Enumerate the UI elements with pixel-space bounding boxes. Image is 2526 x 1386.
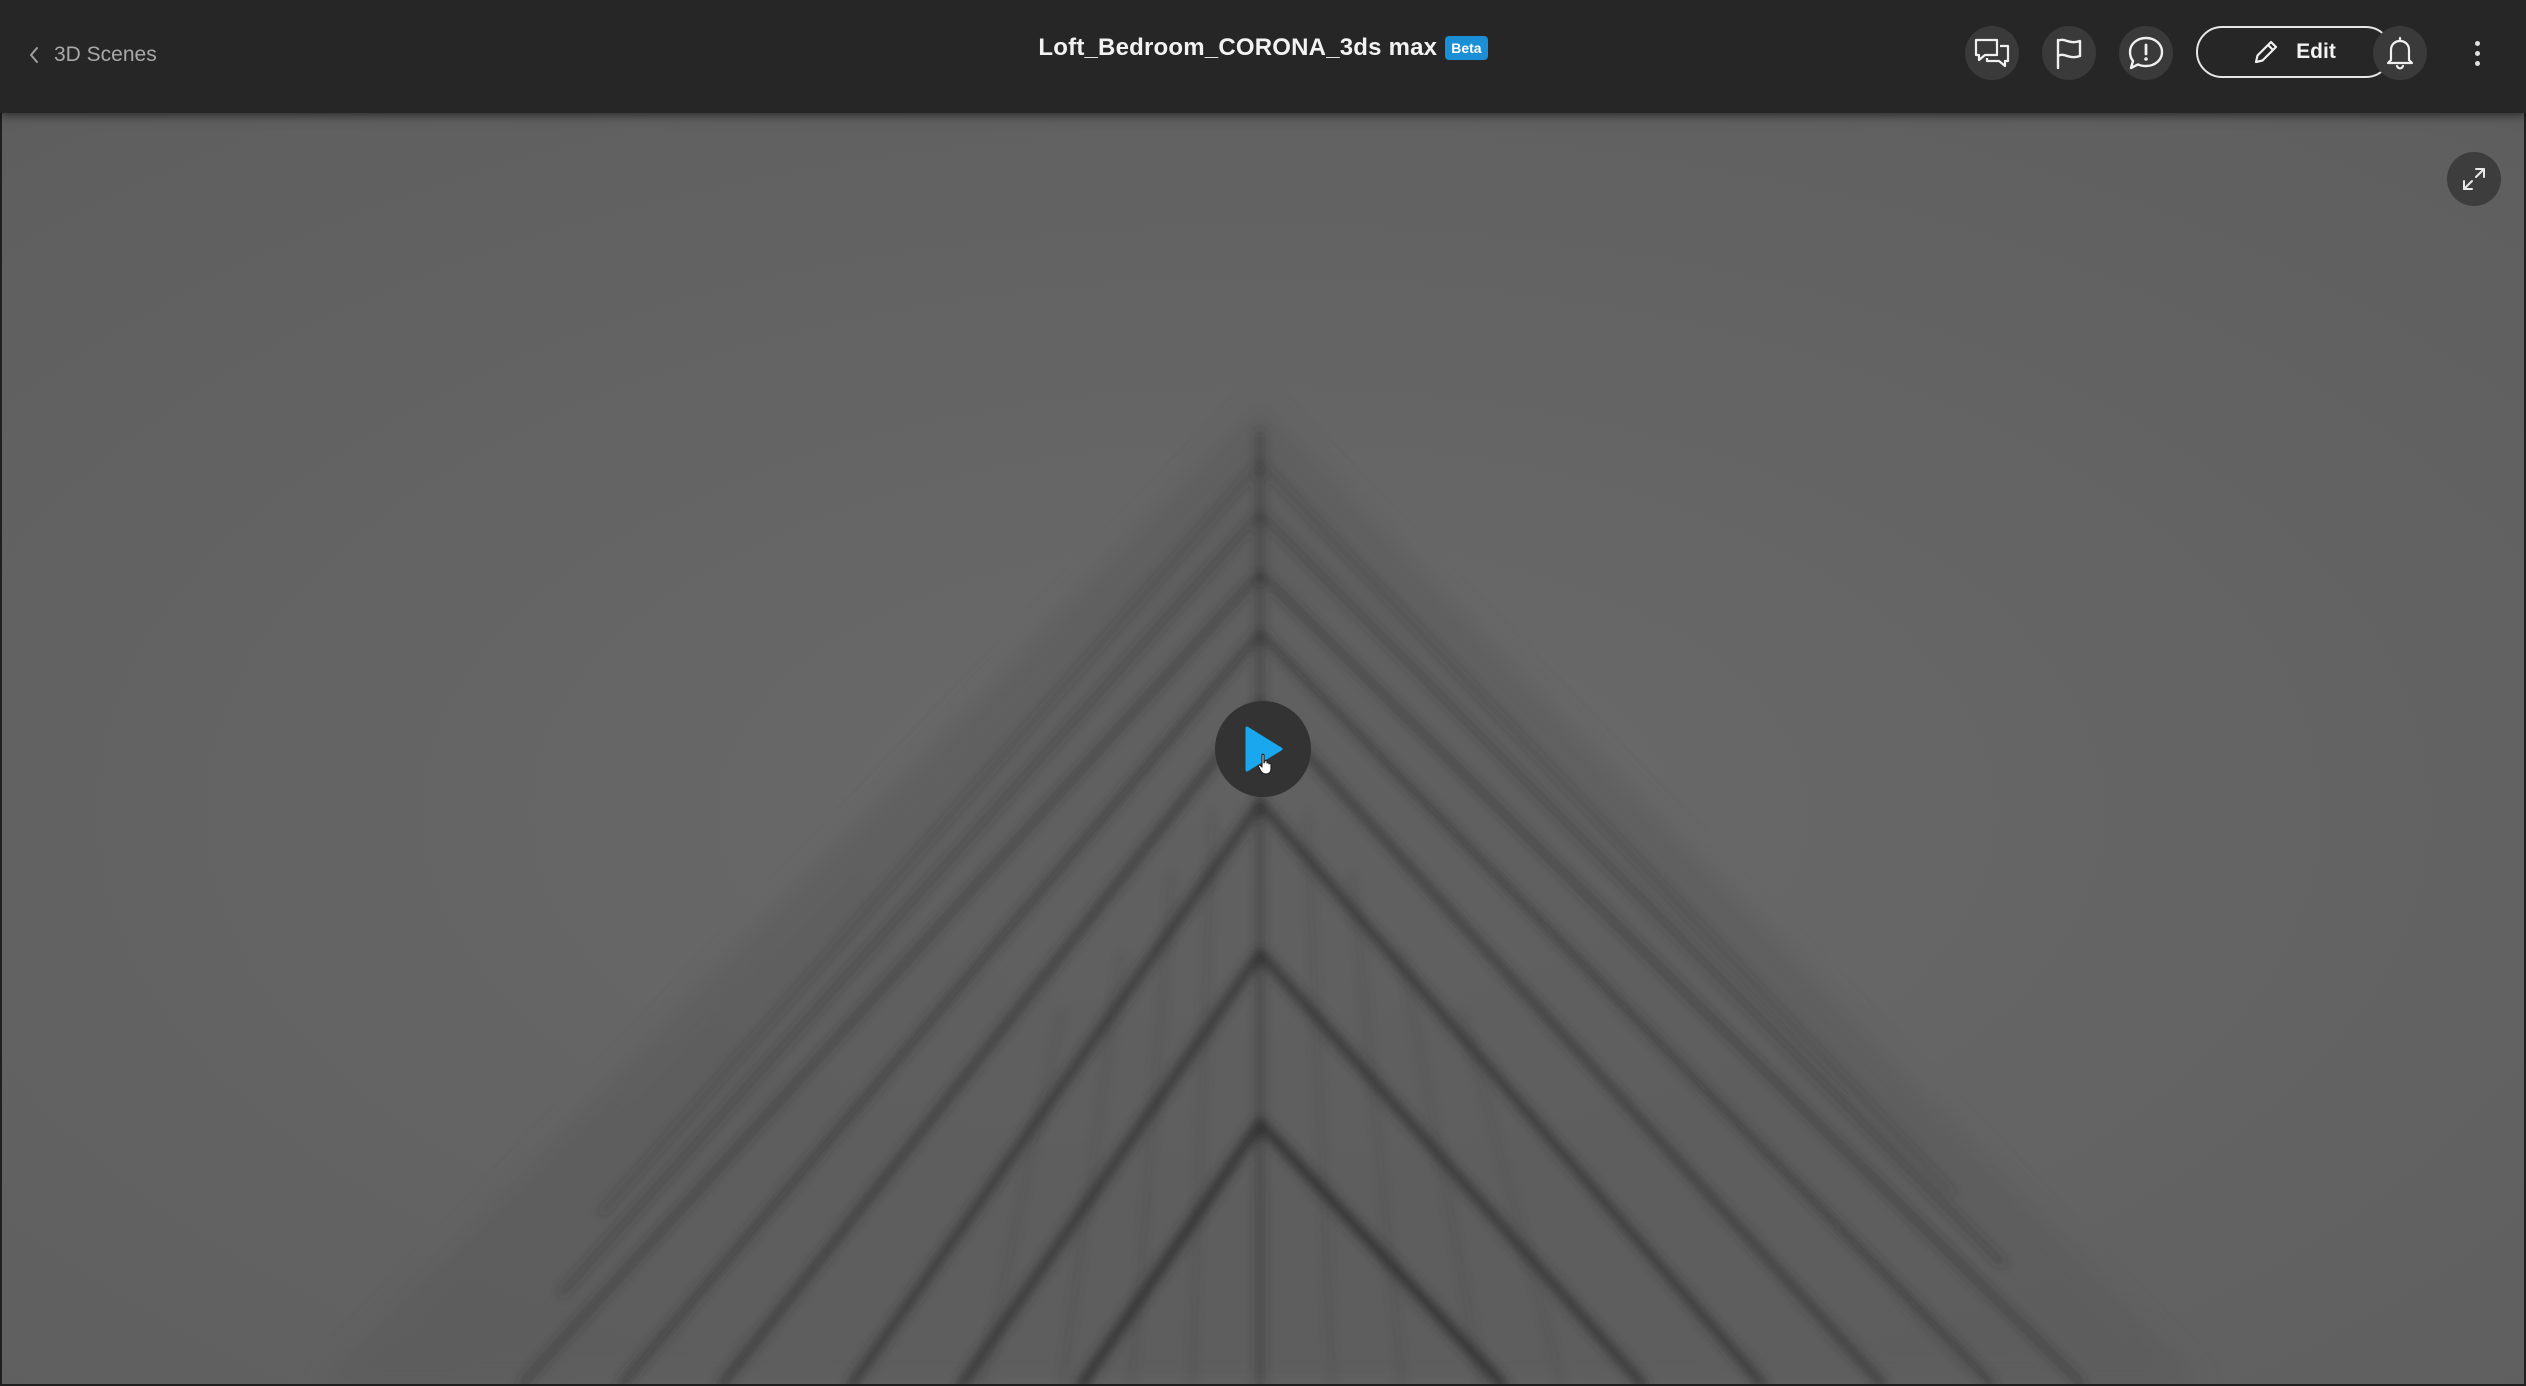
play-button[interactable] — [1215, 701, 1311, 797]
mouse-cursor-icon — [1257, 753, 1272, 775]
notifications-button[interactable] — [2373, 26, 2427, 80]
beta-badge: Beta — [1445, 36, 1488, 60]
fullscreen-button[interactable] — [2447, 152, 2501, 206]
app-window: 3D Scenes Loft_Bedroom_CORONA_3ds max Be… — [0, 0, 2526, 1386]
chevron-left-icon — [30, 47, 38, 63]
page-title: Loft_Bedroom_CORONA_3ds max — [1038, 34, 1438, 61]
comments-icon — [1974, 38, 2010, 68]
alert-circle-icon — [2128, 36, 2164, 70]
flag-button[interactable] — [2042, 26, 2096, 80]
edit-button-label: Edit — [2296, 40, 2336, 63]
back-link-label: 3D Scenes — [54, 43, 157, 66]
back-link[interactable]: 3D Scenes — [28, 38, 157, 72]
report-button[interactable] — [2119, 26, 2173, 80]
pencil-icon — [2255, 40, 2278, 64]
fullscreen-icon — [2463, 168, 2485, 190]
more-menu-button[interactable] — [2462, 32, 2492, 74]
comments-button[interactable] — [1965, 26, 2019, 80]
more-vertical-icon — [2474, 40, 2480, 46]
bell-icon — [2386, 36, 2414, 70]
top-bar: 3D Scenes Loft_Bedroom_CORONA_3ds max Be… — [0, 0, 2526, 113]
flag-icon — [2056, 38, 2082, 70]
edit-button[interactable]: Edit — [2196, 26, 2392, 78]
